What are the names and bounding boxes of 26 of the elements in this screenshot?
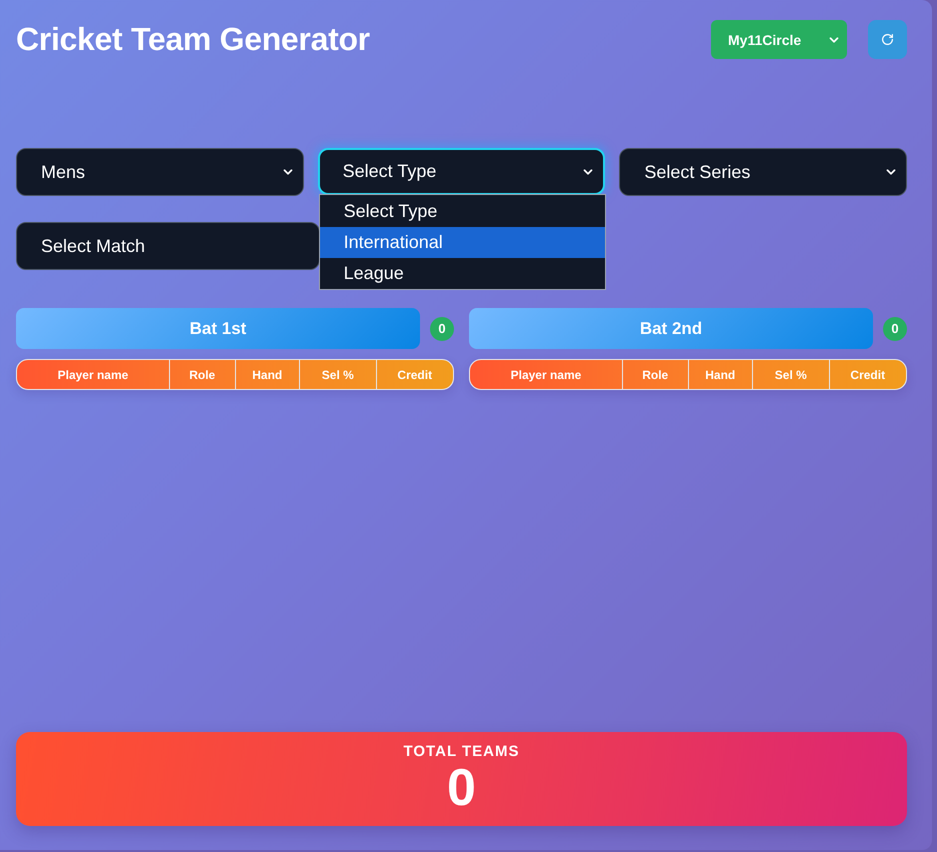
column-header: Player name [56,366,130,384]
column-header: Player name [510,366,582,384]
dropdown-option[interactable]: International [320,227,606,258]
column-header: Credit [828,360,906,389]
column-header: Role [168,360,234,389]
select-field[interactable]: Select Type [318,148,606,195]
dropdown-option[interactable]: League [320,258,606,289]
column-header: Credit [376,360,453,389]
select-field[interactable]: Select Series [619,148,907,196]
count-badge: 0 [883,316,907,340]
count-badge: 0 [430,316,454,340]
column-header: Sel % [752,360,829,389]
select-field[interactable]: Mens [16,148,304,196]
dropdown-option[interactable]: Select Type [320,195,606,227]
refresh-button[interactable] [868,20,907,59]
select-field[interactable]: Select Match [16,222,320,270]
column-header: Hand [234,360,300,389]
team-header: Bat 1st [16,308,420,349]
column-header: Hand [688,360,752,389]
refresh-icon [881,33,894,46]
column-header: Sel % [299,360,376,389]
total-teams-label: TOTAL TEAMS [404,743,520,761]
team-header: Bat 2nd [469,308,873,349]
page-title: Cricket Team Generator [16,21,370,58]
total-teams-value: 0 [447,761,476,815]
column-header: Role [622,360,688,389]
